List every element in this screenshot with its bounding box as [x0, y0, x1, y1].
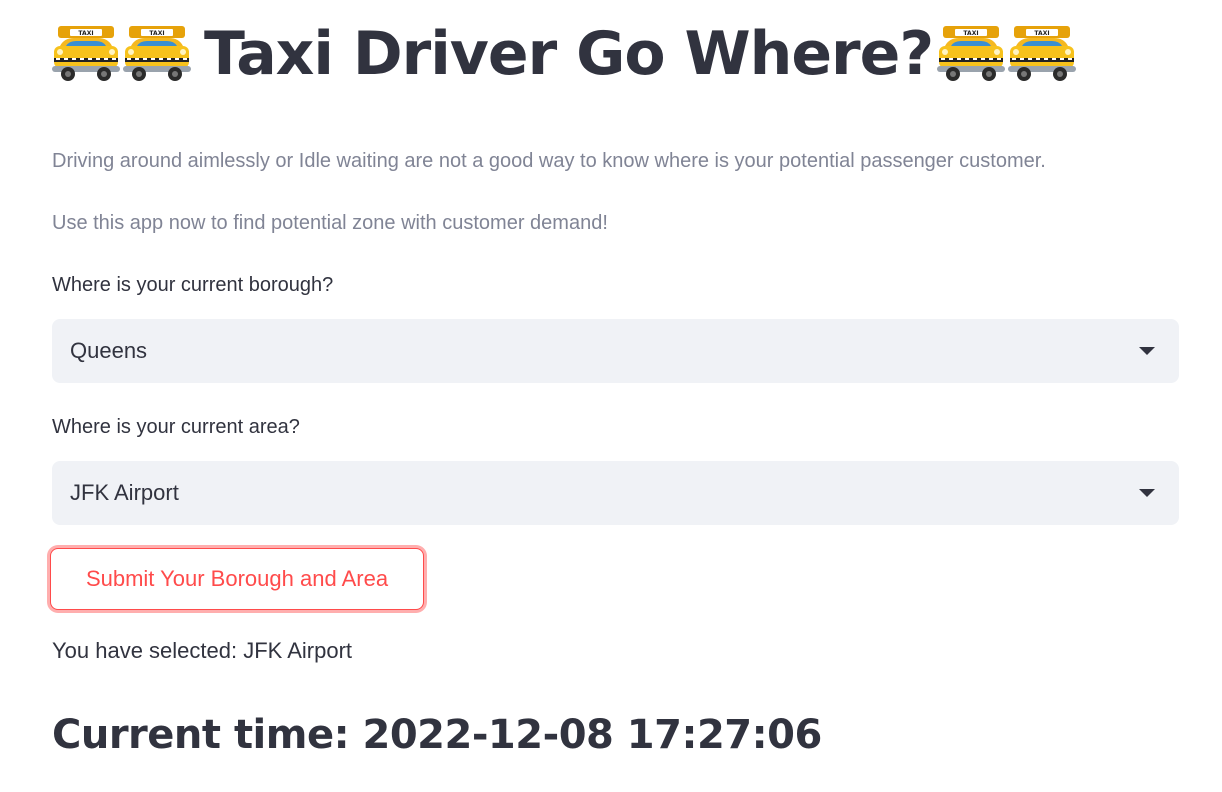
current-time-heading: Current time: 2022-12-08 17:27:06: [52, 712, 822, 758]
area-select[interactable]: JFK Airport: [52, 461, 1179, 525]
svg-text:TAXI: TAXI: [78, 30, 93, 37]
taxi-icon: TAXI: [935, 24, 1006, 84]
taxi-icon: TAXI: [1006, 24, 1077, 84]
svg-text:TAXI: TAXI: [1035, 30, 1050, 37]
description-line-2: Use this app now to find potential zone …: [52, 212, 608, 234]
page-title: TAXI TAXI Taxi Driver Go Where? TAXI TAX…: [50, 18, 1077, 90]
app-page: TAXI TAXI Taxi Driver Go Where? TAXI TAX…: [0, 0, 1222, 792]
page-title-text: Taxi Driver Go Where?: [204, 19, 934, 89]
chevron-down-icon[interactable]: [1139, 489, 1155, 497]
area-label: Where is your current area?: [52, 416, 300, 438]
submit-button[interactable]: Submit Your Borough and Area: [50, 548, 424, 610]
taxi-icon: TAXI: [121, 24, 192, 84]
svg-text:TAXI: TAXI: [964, 30, 979, 37]
selection-result: You have selected: JFK Airport: [52, 638, 353, 663]
area-selected-value: JFK Airport: [70, 480, 179, 505]
borough-selected-value: Queens: [70, 338, 148, 363]
svg-text:TAXI: TAXI: [149, 30, 164, 37]
description-line-1: Driving around aimlessly or Idle waiting…: [52, 150, 1046, 172]
borough-select[interactable]: Queens: [52, 319, 1179, 383]
taxi-icon: TAXI: [50, 24, 121, 84]
chevron-down-icon[interactable]: [1139, 347, 1155, 355]
borough-label: Where is your current borough?: [52, 274, 334, 296]
